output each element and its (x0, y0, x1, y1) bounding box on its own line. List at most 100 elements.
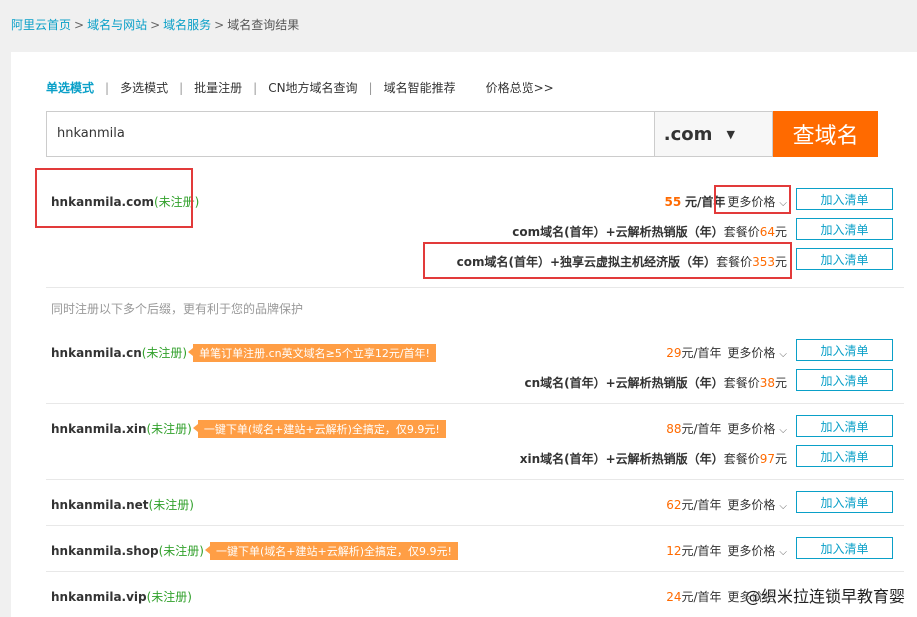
breadcrumb-current: 域名查询结果 (227, 18, 300, 32)
breadcrumb: 阿里云首页 > 域名与网站 > 域名服务 > 域名查询结果 (11, 16, 299, 33)
bundle-info: com域名(首年）+云解析热销版（年）套餐价64元 (512, 223, 787, 240)
price-info: 12元/首年 更多价格 ⌵ (666, 542, 787, 559)
breadcrumb-home-link[interactable]: 阿里云首页 (11, 18, 71, 32)
promo-badge: 单笔订单注册.cn英文域名≥5个立享12元/首年! (188, 344, 436, 362)
domain-name: hnkanmila.vip(未注册) (51, 588, 192, 605)
caret-down-icon: ▼ (726, 127, 735, 141)
bundle-price: 353 (752, 255, 775, 269)
tab-separator: | (368, 80, 373, 95)
price-value: 12 (666, 544, 682, 558)
bundle-tail: 套餐价 (716, 255, 753, 269)
tab-single-mode[interactable]: 单选模式 (46, 79, 94, 96)
bundle-unit: 元 (774, 376, 787, 390)
price-unit: 元/首年 (681, 498, 722, 512)
price-unit: 元/首年 (681, 544, 722, 558)
price-overview-link[interactable]: 价格总览>> (486, 79, 554, 96)
add-to-list-button[interactable]: 加入清单 (796, 491, 893, 513)
tab-smart-recommend[interactable]: 域名智能推荐 (384, 79, 456, 96)
add-to-list-button[interactable]: 加入清单 (796, 339, 893, 361)
bundle-price: 97 (759, 452, 775, 466)
price-info: 29元/首年 更多价格 ⌵ (666, 344, 787, 361)
status-unregistered: (未注册) (153, 195, 200, 209)
divider (46, 571, 904, 572)
bundle-info: cn域名(首年）+云解析热销版（年）套餐价38元 (524, 374, 787, 391)
domain-text: hnkanmila.com (51, 195, 154, 209)
domain-text: hnkanmila.cn (51, 346, 142, 360)
price-info: 88元/首年 更多价格 ⌵ (666, 420, 787, 437)
add-to-list-button[interactable]: 加入清单 (796, 369, 893, 391)
bundle-unit: 元 (774, 452, 787, 466)
bundle-row: cn域名(首年）+云解析热销版（年）套餐价38元 加入清单 (11, 366, 917, 396)
price-unit: 元/首年 (681, 590, 722, 604)
add-to-list-button[interactable]: 加入清单 (796, 188, 893, 210)
bundle-label: cn域名(首年）+云解析热销版（年） (524, 376, 724, 390)
breadcrumb-domain-web-link[interactable]: 域名与网站 (87, 18, 147, 32)
domain-row-shop: hnkanmila.shop(未注册) 一键下单(域名+建站+云解析)全搞定，仅9… (11, 534, 917, 564)
add-to-list-button[interactable]: 加入清单 (796, 415, 893, 437)
domain-row-cn: hnkanmila.cn(未注册) 单笔订单注册.cn英文域名≥5个立享12元/首… (11, 336, 917, 366)
price-unit: 元/首年 (685, 195, 726, 209)
bundle-tail: 套餐价 (723, 225, 760, 239)
bundle-price: 38 (759, 376, 775, 390)
domain-search-bar: hnkanmila .com ▼ 查域名 (46, 111, 878, 157)
breadcrumb-separator: > (214, 18, 225, 32)
divider (46, 525, 904, 526)
breadcrumb-domain-service-link[interactable]: 域名服务 (163, 18, 211, 32)
bundle-info: xin域名(首年）+云解析热销版（年）套餐价97元 (520, 450, 787, 467)
bundle-label: xin域名(首年）+云解析热销版（年） (519, 452, 724, 466)
bundle-label: com域名(首年）+云解析热销版（年） (512, 225, 724, 239)
tab-separator: | (253, 80, 258, 95)
brand-protection-hint: 同时注册以下多个后缀，更有利于您的品牌保护 (51, 302, 304, 316)
domain-name: hnkanmila.net(未注册) (51, 496, 194, 513)
breadcrumb-separator: > (74, 18, 85, 32)
promo-badge: 一键下单(域名+建站+云解析)全搞定，仅9.9元! (205, 542, 458, 560)
domain-text: hnkanmila.vip (51, 590, 147, 604)
bundle-row: xin域名(首年）+云解析热销版（年）套餐价97元 加入清单 (11, 442, 917, 472)
more-prices-toggle[interactable]: 更多价格 (727, 498, 775, 512)
more-prices-toggle[interactable]: 更多价格 (727, 195, 775, 209)
price-value: 55 (664, 195, 682, 209)
add-to-list-button[interactable]: 加入清单 (796, 445, 893, 467)
price-unit: 元/首年 (681, 422, 722, 436)
divider (46, 479, 904, 480)
divider (46, 403, 904, 404)
status-unregistered: (未注册) (148, 498, 194, 512)
search-domain-button[interactable]: 查域名 (773, 111, 878, 157)
domain-row-net: hnkanmila.net(未注册) 62元/首年 更多价格 ⌵ 加入清单 (11, 488, 917, 518)
promo-badge: 一键下单(域名+建站+云解析)全搞定，仅9.9元! (192, 420, 446, 438)
bundle-row: com域名(首年）+云解析热销版（年）套餐价64元 加入清单 (11, 215, 917, 245)
domain-text: hnkanmila.net (51, 498, 149, 512)
tab-multi-mode[interactable]: 多选模式 (120, 79, 168, 96)
bundle-price: 64 (759, 225, 775, 239)
bundle-label: com域名(首年）+独享云虚拟主机经济版（年） (456, 255, 717, 269)
chevron-down-icon: ⌵ (779, 501, 787, 512)
more-prices-toggle[interactable]: 更多价格 (727, 422, 775, 436)
more-prices-toggle[interactable]: 更多价格 (727, 346, 775, 360)
bundle-row: com域名(首年）+独享云虚拟主机经济版（年）套餐价353元 加入清单 (11, 245, 917, 275)
add-to-list-button[interactable]: 加入清单 (796, 218, 893, 240)
bundle-info: com域名(首年）+独享云虚拟主机经济版（年）套餐价353元 (457, 253, 787, 270)
price-unit: 元/首年 (681, 346, 722, 360)
add-to-list-button[interactable]: 加入清单 (796, 537, 893, 559)
status-unregistered: (未注册) (146, 590, 192, 604)
price-info: 62元/首年 更多价格 ⌵ (666, 496, 787, 513)
price-info: 55 元/首年 更多价格 ⌵ (664, 193, 787, 210)
suffix-select[interactable]: .com ▼ (653, 111, 774, 157)
more-prices-toggle[interactable]: 更多价格 (727, 544, 775, 558)
domain-search-input[interactable]: hnkanmila (46, 111, 654, 157)
bundle-unit: 元 (774, 225, 787, 239)
chevron-down-icon: ⌵ (779, 349, 787, 360)
bundle-tail: 套餐价 (723, 452, 760, 466)
bundle-unit: 元 (774, 255, 787, 269)
chevron-down-icon: ⌵ (779, 547, 787, 558)
status-unregistered: (未注册) (141, 346, 188, 360)
suffix-value: .com (663, 123, 713, 145)
tab-separator: | (179, 80, 184, 95)
tab-cn-local-query[interactable]: CN地方域名查询 (268, 79, 357, 96)
tab-separator: | (105, 80, 110, 95)
mode-tabs: 单选模式 | 多选模式 | 批量注册 | CN地方域名查询 | 域名智能推荐 价… (46, 79, 554, 96)
domain-name: hnkanmila.cn(未注册) 单笔订单注册.cn英文域名≥5个立享12元/首… (51, 344, 436, 362)
breadcrumb-separator: > (150, 18, 161, 32)
add-to-list-button[interactable]: 加入清单 (796, 248, 893, 270)
tab-batch-register[interactable]: 批量注册 (194, 79, 242, 96)
